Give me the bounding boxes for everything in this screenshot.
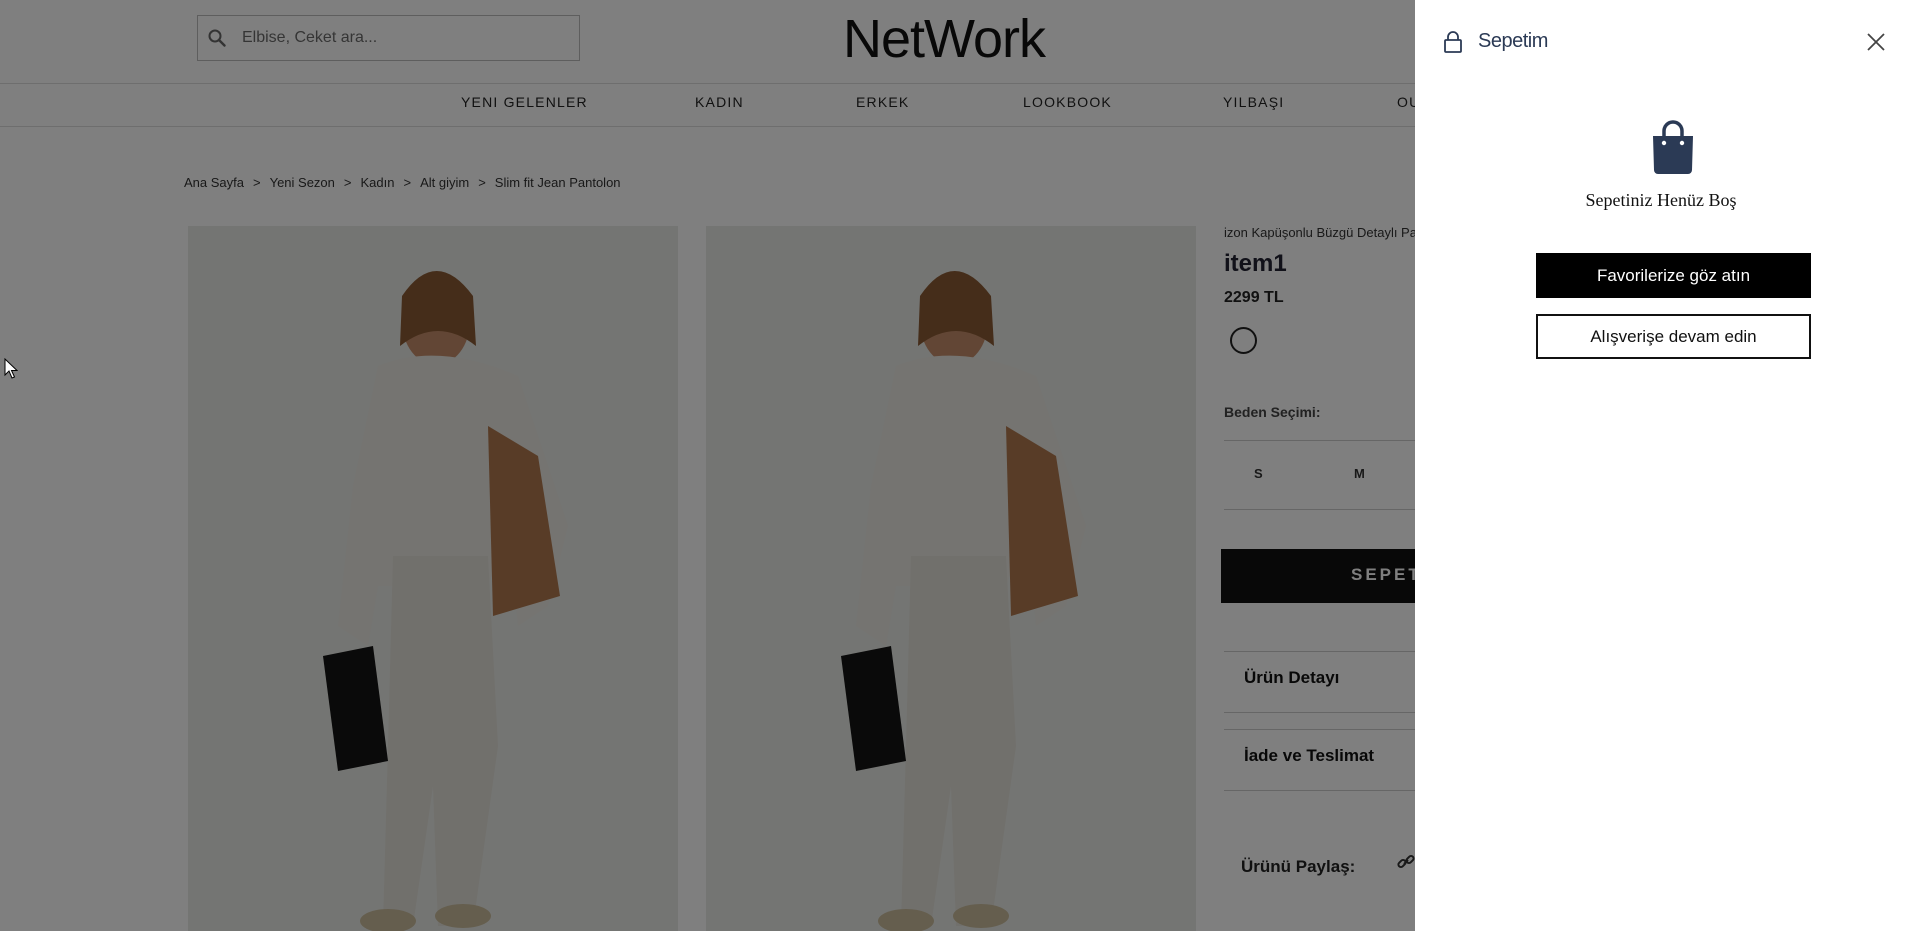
close-icon[interactable]	[1866, 32, 1886, 52]
browse-favorites-button[interactable]: Favorilerize göz atın	[1536, 253, 1811, 298]
shopping-bag-icon	[1653, 120, 1693, 174]
cart-title: Sepetim	[1478, 30, 1548, 52]
modal-overlay[interactable]	[0, 0, 1415, 931]
empty-cart-message: Sepetiniz Henüz Boş	[1585, 190, 1737, 210]
mouse-cursor-icon	[4, 358, 18, 379]
continue-shopping-button[interactable]: Alışverişe devam edin	[1536, 314, 1811, 359]
lock-icon	[1444, 31, 1462, 53]
